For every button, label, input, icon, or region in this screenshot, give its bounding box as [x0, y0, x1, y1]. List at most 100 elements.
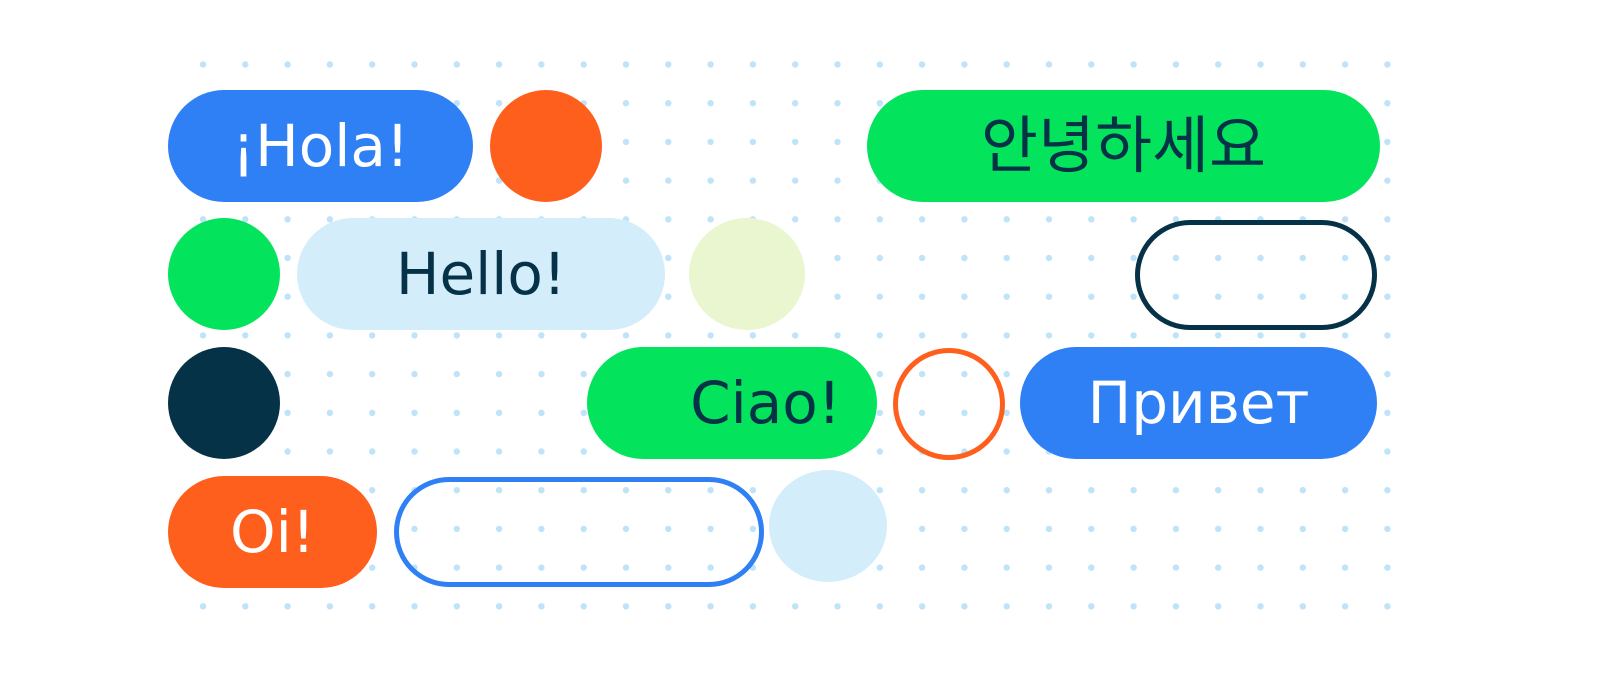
grid-dot: [665, 332, 672, 339]
grid-dot: [1045, 332, 1053, 339]
grid-dot: [876, 216, 883, 223]
grid-dot: [1384, 409, 1391, 416]
grid-dot: [1384, 487, 1391, 494]
grid-dot: [665, 61, 672, 68]
grid-dot: [749, 487, 757, 494]
grid-dot: [538, 603, 545, 610]
hola-pill: ¡Hola!: [168, 90, 473, 202]
grid-dot: [1384, 216, 1391, 223]
outlined-blue-pill: [394, 477, 764, 587]
pale-green-circle: [689, 218, 805, 330]
outlined-orange-circle: [893, 348, 1005, 460]
oi-text: Oi!: [229, 498, 316, 566]
grid-dot: [707, 177, 714, 184]
grid-dot: [495, 100, 503, 107]
grid-dot: [1003, 293, 1010, 300]
grid-dot: [1215, 332, 1222, 339]
grid-dot: [707, 100, 714, 107]
grid-dot: [1003, 61, 1010, 68]
grid-dot: [665, 216, 672, 223]
grid-dot: [369, 487, 376, 494]
oi-pill: Oi!: [168, 476, 377, 588]
grid-dot: [1045, 61, 1053, 68]
grid-dot: [1130, 564, 1137, 571]
grid-dot: [665, 254, 672, 262]
grid-dot: [1215, 487, 1222, 494]
grid-dot: [876, 61, 883, 68]
grid-dot: [1003, 332, 1010, 339]
grid-dot: [453, 603, 460, 610]
grid-dot: [622, 603, 630, 610]
grid-dot: [1341, 61, 1349, 68]
grid-dot: [1045, 254, 1053, 262]
grid-dot: [876, 100, 883, 107]
grid-dot: [665, 100, 672, 107]
grid-dot: [1384, 61, 1391, 68]
grid-dot: [1003, 487, 1010, 494]
annyeonghaseyo-pill: 안녕하세요: [867, 90, 1380, 202]
grid-dot: [1215, 525, 1222, 533]
grid-dot: [622, 100, 630, 107]
grid-dot: [1341, 216, 1349, 223]
grid-dot: [538, 370, 545, 378]
grid-dot: [580, 603, 587, 610]
grid-dot: [1215, 564, 1222, 571]
grid-dot: [665, 603, 672, 610]
grid-dot: [1299, 61, 1307, 68]
grid-dot: [580, 370, 587, 378]
grid-dot: [495, 61, 503, 68]
grid-dot: [411, 332, 418, 339]
grid-dot: [580, 332, 587, 339]
grid-dot: [284, 61, 291, 68]
grid-dot: [1003, 448, 1010, 455]
grid-dot: [1130, 293, 1137, 300]
grid-dot: [707, 61, 714, 68]
grid-dot: [580, 61, 587, 68]
grid-dot: [1130, 216, 1137, 223]
grid-dot: [453, 332, 460, 339]
grid-dot: [876, 254, 883, 262]
grid-dot: [961, 254, 968, 262]
grid-dot: [369, 370, 376, 378]
grid-dot: [707, 138, 714, 146]
grid-dot: [1130, 487, 1137, 494]
grid-dot: [876, 332, 883, 339]
grid-dot: [918, 564, 926, 571]
grid-dot: [876, 603, 883, 610]
grid-dot: [369, 448, 376, 455]
grid-dot: [495, 448, 503, 455]
grid-dot: [834, 138, 841, 146]
grid-dot: [622, 332, 630, 339]
grid-dot: [961, 293, 968, 300]
grid-dot: [834, 61, 841, 68]
grid-dot: [1088, 216, 1095, 223]
grid-dot: [1215, 603, 1222, 610]
orange-circle: [490, 90, 602, 202]
grid-dot: [876, 409, 883, 416]
grid-dot: [1003, 216, 1010, 223]
grid-dot: [961, 332, 968, 339]
grid-dot: [242, 332, 249, 339]
grid-dot: [453, 448, 460, 455]
grid-dot: [369, 603, 376, 610]
grid-dot: [326, 332, 334, 339]
grid-dot: [411, 448, 418, 455]
grid-dot: [1384, 448, 1391, 455]
privet-pill: Привет: [1020, 347, 1377, 459]
grid-dot: [665, 177, 672, 184]
grid-dot: [1299, 603, 1307, 610]
grid-dot: [834, 177, 841, 184]
grid-dot: [749, 603, 757, 610]
grid-dot: [961, 603, 968, 610]
grid-dot: [1172, 564, 1180, 571]
grid-dot: [1384, 100, 1391, 107]
grid-dot: [1003, 564, 1010, 571]
grid-dot: [1384, 138, 1391, 146]
grid-dot: [284, 603, 291, 610]
grid-dot: [284, 254, 291, 262]
grid-dot: [961, 61, 968, 68]
grid-dot: [1384, 254, 1391, 262]
grid-dot: [1172, 61, 1180, 68]
grid-dot: [918, 293, 926, 300]
grid-dot: [792, 216, 799, 223]
